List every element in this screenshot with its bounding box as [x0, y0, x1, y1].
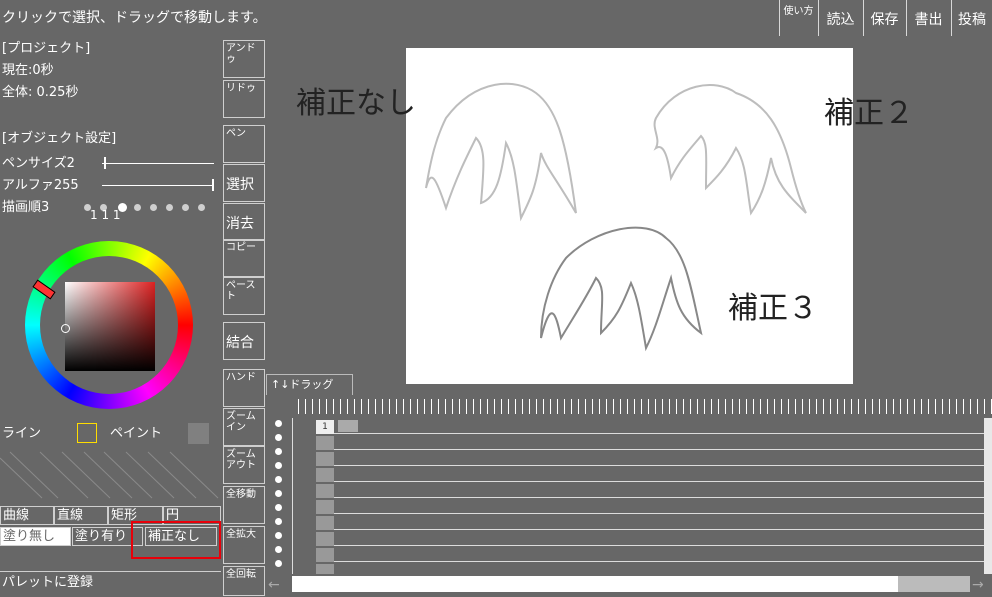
alpha-label: アルファ255 — [2, 178, 79, 193]
load-button[interactable]: 読込 — [818, 0, 862, 36]
timeline-tab-label: ↑↓ドラッグ — [271, 378, 334, 391]
draw-order-marks: 1 1 1 — [90, 208, 121, 222]
pen-size-slider-handle[interactable] — [104, 157, 106, 169]
canvas-label-1: 補正なし — [296, 86, 416, 121]
rotate-all-button[interactable]: 全回転 — [223, 566, 265, 596]
frame-cell[interactable] — [338, 420, 358, 432]
move-all-button[interactable]: 全移動 — [223, 486, 265, 524]
palette-register-button[interactable]: パレットに登録 — [0, 571, 221, 597]
paste-button[interactable]: ペースト — [223, 277, 265, 315]
brush-presets[interactable] — [0, 450, 222, 500]
hand-drawings — [425, 82, 807, 352]
draw-order-label: 描画順3 — [2, 200, 50, 215]
scroll-right-icon[interactable]: → — [972, 577, 992, 593]
paint-color-swatch[interactable] — [188, 423, 209, 444]
current-time: 現在:0秒 — [2, 63, 54, 78]
merge-button[interactable]: 結合 — [223, 322, 265, 360]
timeline-divider — [292, 418, 293, 574]
alpha-slider-handle[interactable] — [212, 179, 214, 191]
hand-button[interactable]: ハンド — [223, 369, 265, 407]
timeline-tracks[interactable] — [334, 433, 984, 574]
timeline-tab[interactable]: ↑↓ドラッグ — [266, 374, 353, 395]
line-color-label: ライン — [2, 426, 42, 441]
export-button[interactable]: 書出 — [906, 0, 950, 36]
pen-size-slider[interactable] — [102, 163, 214, 164]
enlarge-all-button[interactable]: 全拡大 — [223, 526, 265, 564]
undo-button[interactable]: アンドゥ — [223, 40, 265, 78]
erase-button[interactable]: 消去 — [223, 203, 265, 241]
project-header: [プロジェクト] — [2, 41, 91, 56]
timeline-horizontal-scrollbar[interactable] — [292, 576, 970, 592]
line-button[interactable]: 直線 — [54, 506, 108, 525]
correction-button[interactable]: 補正なし — [145, 527, 217, 546]
scroll-left-icon[interactable]: ← — [268, 577, 290, 593]
frame-cell-selected[interactable]: 1 — [316, 420, 334, 434]
scrollbar-thumb[interactable] — [898, 576, 970, 592]
zoom-in-button[interactable]: ズーム イン — [223, 408, 265, 446]
zoom-out-button[interactable]: ズーム アウト — [223, 446, 265, 484]
palette-register-label: パレットに登録 — [2, 575, 94, 590]
no-fill-button[interactable]: 塗り無し — [0, 527, 71, 546]
color-picker-cursor[interactable] — [61, 324, 70, 333]
redo-button[interactable]: リドゥ — [223, 80, 265, 118]
pen-size-label: ペンサイズ2 — [2, 156, 75, 171]
frame-column[interactable] — [316, 420, 334, 574]
timeline-ruler[interactable] — [298, 399, 992, 414]
object-header: [オブジェクト設定] — [2, 131, 117, 146]
copy-button[interactable]: コピー — [223, 239, 265, 277]
alpha-slider[interactable] — [102, 185, 214, 186]
howto-button[interactable]: 使い方 — [779, 0, 817, 36]
post-button[interactable]: 投稿 — [951, 0, 992, 36]
layer-dots[interactable] — [266, 418, 292, 590]
save-button[interactable]: 保存 — [863, 0, 905, 36]
total-time: 全体: 0.25秒 — [2, 85, 79, 100]
status-hint: クリックで選択、ドラッグで移動します。 — [2, 10, 267, 26]
timeline-vertical-scrollbar[interactable] — [984, 418, 992, 574]
select-button[interactable]: 選択 — [223, 164, 265, 202]
saturation-value-square[interactable] — [65, 282, 155, 371]
pen-button[interactable]: ペン — [223, 125, 265, 163]
paint-color-label: ペイント — [110, 426, 163, 441]
curve-button[interactable]: 曲線 — [0, 506, 54, 525]
line-color-swatch[interactable] — [77, 423, 97, 443]
